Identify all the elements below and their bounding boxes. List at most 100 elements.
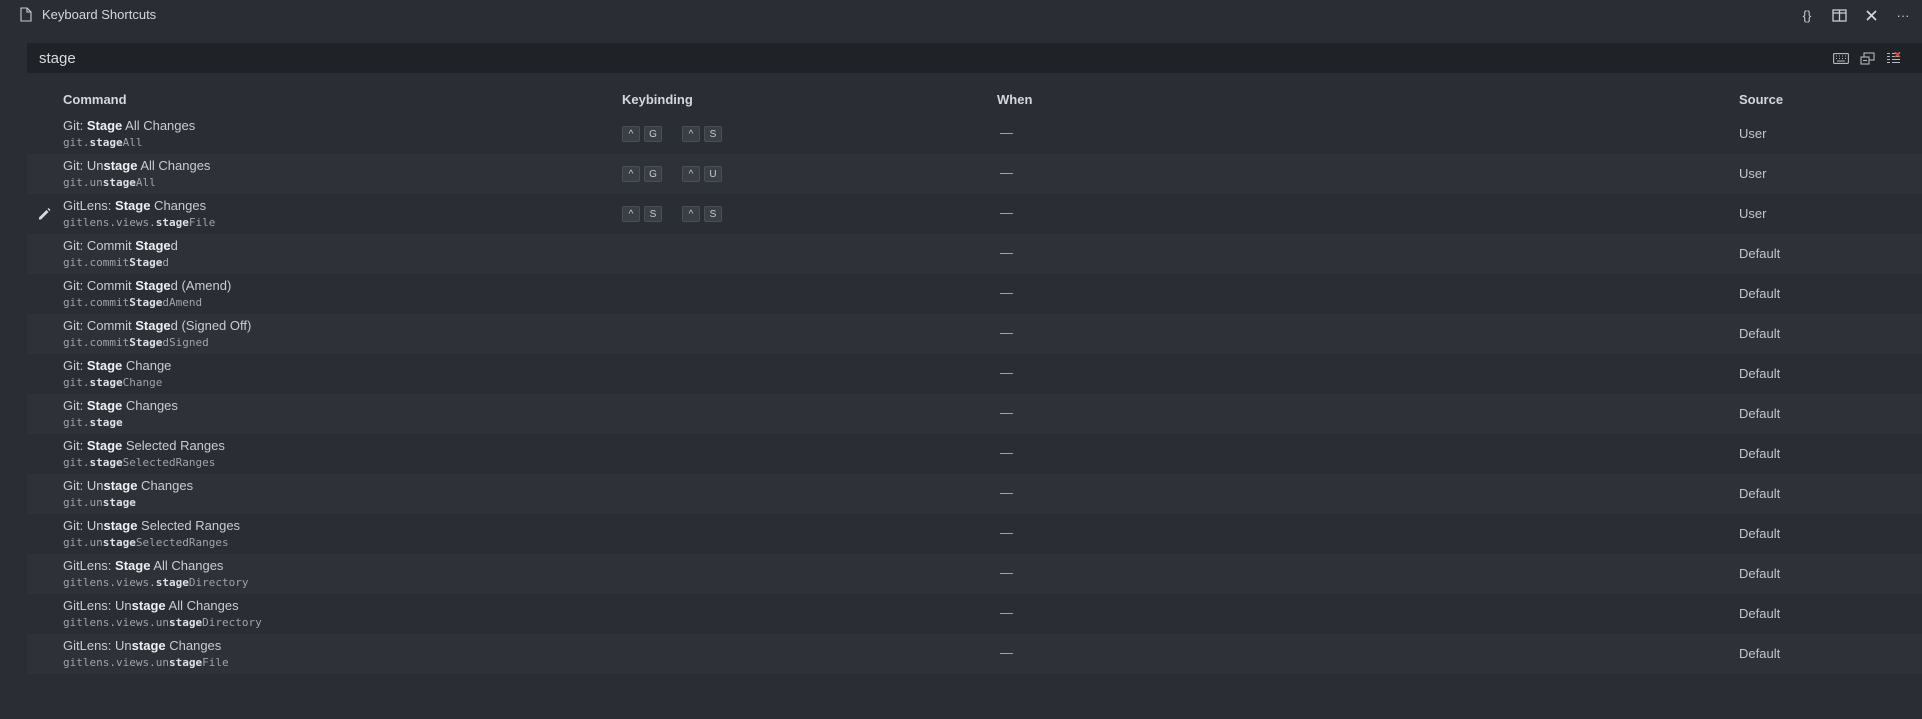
column-header-when[interactable]: When [997,92,1032,107]
keycap: U [704,166,722,182]
source-label: Default [1739,366,1781,381]
keycap: S [704,126,722,142]
table-row[interactable]: Git: Unstage All Changes git.unstageAll ^ G… [27,154,1922,194]
keycap: S [644,206,662,222]
command-title-prefix: Git: Commit [63,238,136,253]
command-id-match: stage [102,536,136,549]
more-actions-button[interactable]: ··· [1890,4,1916,26]
keybinding[interactable]: ^ G ^ U [622,166,722,182]
when-clause[interactable]: — [1000,565,1013,580]
command-id-suffix: File [188,216,216,229]
command-id-match: Stage [129,256,163,269]
command-id-suffix: Change [122,376,163,389]
table-row[interactable]: Git: Stage Selected Ranges git.stageSelec… [27,434,1922,474]
command-title-match: Stage [86,358,123,373]
command-id: git.unstage [63,496,136,509]
table-row[interactable]: Git: Commit Staged git.commitStaged — Defau… [27,234,1922,274]
command-title: GitLens: Stage All Changes [63,558,223,573]
table-row[interactable]: Git: Commit Staged (Signed Off) git.commi… [27,314,1922,354]
tab-title[interactable]: Keyboard Shortcuts [42,7,156,22]
column-header-command[interactable]: Command [63,92,127,107]
command-title-prefix: Git: [63,118,87,133]
search-bar [27,43,1922,73]
command-id-match: stage [89,376,123,389]
when-clause[interactable]: — [1000,245,1013,260]
when-clause[interactable]: — [1000,645,1013,660]
table-row[interactable]: Git: Stage Change git.stageChange — Default [27,354,1922,394]
command-id-prefix: gitlens.views.un [63,656,169,669]
command-id: git.commitStagedAmend [63,296,202,309]
when-clause[interactable]: — [1000,125,1013,140]
command-id-prefix: git.un [63,496,103,509]
command-id-match: Stage [129,296,163,309]
command-id-suffix: All [122,136,143,149]
sort-precedence-icon [1859,51,1875,65]
table-row[interactable]: Git: Commit Staged (Amend) git.commitStag… [27,274,1922,314]
command-id: git.stageSelectedRanges [63,456,215,469]
clear-search-button[interactable] [1884,49,1902,67]
table-row[interactable]: GitLens: Unstage All Changes gitlens.view… [27,594,1922,634]
command-title: Git: Unstage Changes [63,478,193,493]
command-title: GitLens: Stage Changes [63,198,206,213]
command-title-prefix: Git: [63,358,87,373]
table-row[interactable]: GitLens: Unstage Changes gitlens.views.un… [27,634,1922,674]
open-json-button[interactable]: {} [1794,4,1820,26]
command-id-prefix: git.commit [63,296,130,309]
when-clause[interactable]: — [1000,365,1013,380]
command-id-suffix: dAmend [162,296,203,309]
when-clause[interactable]: — [1000,325,1013,340]
command-title-suffix: Changes [165,638,222,653]
column-header-keybinding[interactable]: Keybinding [622,92,693,107]
chord-separator [666,126,678,142]
split-editor-icon [1831,8,1847,22]
when-clause[interactable]: — [1000,525,1013,540]
table-row[interactable]: GitLens: Stage Changes gitlens.views.stag… [27,194,1922,234]
command-id: gitlens.views.stageDirectory [63,576,248,589]
command-title-suffix: d (Amend) [170,278,232,293]
command-id: git.stageAll [63,136,143,149]
when-clause[interactable]: — [1000,205,1013,220]
source-label: Default [1739,286,1781,301]
when-clause[interactable]: — [1000,405,1013,420]
keycap: ^ [682,126,700,142]
record-keys-button[interactable] [1832,49,1850,67]
search-input[interactable] [27,43,1807,73]
command-title-match: Stage [86,118,123,133]
command-title: Git: Unstage All Changes [63,158,210,173]
source-label: Default [1739,406,1781,421]
table-row[interactable]: Git: Stage Changes git.stage — Default [27,394,1922,434]
command-title: GitLens: Unstage Changes [63,638,221,653]
when-clause[interactable]: — [1000,485,1013,500]
edit-keybinding-button[interactable] [37,207,51,221]
sort-by-precedence-button[interactable] [1858,49,1876,67]
column-header-source[interactable]: Source [1739,92,1783,107]
source-label: Default [1739,486,1781,501]
table-row[interactable]: GitLens: Stage All Changes gitlens.views.… [27,554,1922,594]
keybinding[interactable]: ^ G ^ S [622,126,722,142]
close-button[interactable] [1858,4,1884,26]
when-clause[interactable]: — [1000,445,1013,460]
command-title-suffix: All Changes [165,598,239,613]
keybinding[interactable]: ^ S ^ S [622,206,722,222]
command-id-prefix: git. [63,136,90,149]
table-row[interactable]: Git: Stage All Changes git.stageAll ^ G ^ S — U… [27,114,1922,154]
command-id-suffix: dSigned [162,336,209,349]
split-editor-button[interactable] [1826,4,1852,26]
command-title-prefix: Git: Un [63,158,104,173]
command-title-prefix: GitLens: [63,198,116,213]
keycap: G [644,126,662,142]
table-row[interactable]: Git: Unstage Selected Ranges git.unstageS… [27,514,1922,554]
when-clause[interactable]: — [1000,605,1013,620]
source-label: Default [1739,606,1781,621]
command-id-prefix: git.commit [63,256,130,269]
table-header: Command Keybinding When Source [27,84,1922,114]
command-title-match: Stage [135,238,171,253]
source-label: Default [1739,646,1781,661]
when-clause[interactable]: — [1000,165,1013,180]
command-id: git.unstageAll [63,176,156,189]
chord-separator [666,166,678,182]
when-clause[interactable]: — [1000,285,1013,300]
command-title-match: Stage [135,278,171,293]
keycap: ^ [622,166,640,182]
table-row[interactable]: Git: Unstage Changes git.unstage — Default [27,474,1922,514]
